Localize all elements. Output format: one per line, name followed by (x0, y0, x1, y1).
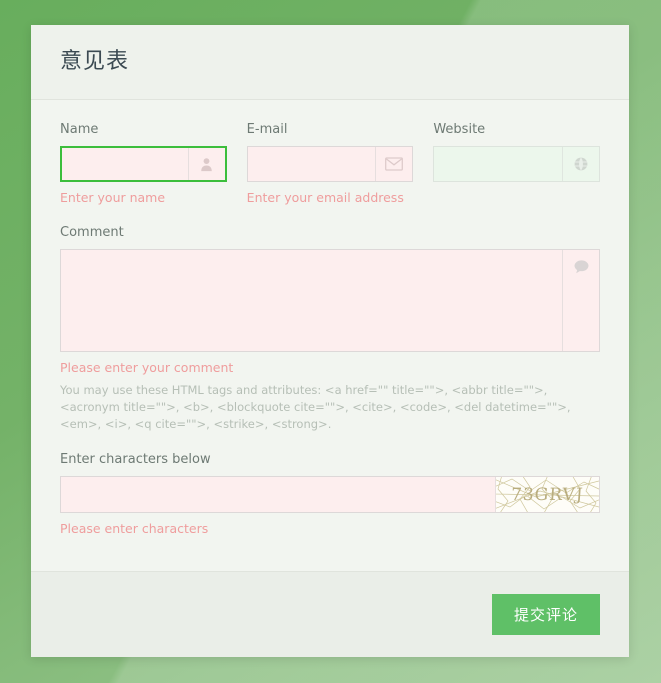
card-header: 意见表 (31, 25, 629, 100)
email-field-group: E-mail Enter your email address (246, 122, 414, 205)
email-label: E-mail (246, 122, 288, 137)
html-tags-help-text: You may use these HTML tags and attribut… (60, 383, 571, 432)
email-input[interactable] (247, 147, 376, 181)
captcha-input[interactable] (61, 477, 495, 513)
comment-label: Comment (60, 225, 124, 240)
name-label: Name (60, 122, 99, 137)
captcha-image[interactable]: 73GRVJ (495, 477, 599, 513)
name-error-text: Enter your name (60, 190, 166, 205)
submit-comment-button[interactable]: 提交评论 (491, 594, 600, 635)
website-field-group: Website (433, 122, 601, 205)
card-footer: 提交评论 (31, 571, 629, 657)
name-field-group: Name Enter your name (60, 122, 227, 205)
website-input-wrap[interactable] (433, 146, 601, 182)
comment-textarea[interactable] (61, 250, 562, 351)
comment-field-group: Comment Please enter your comment You ma… (60, 225, 600, 433)
feedback-form-card: 意见表 Name Enter your name E-mail Enter yo… (31, 25, 629, 657)
captcha-error-text: Please enter characters (60, 521, 209, 537)
website-input[interactable] (434, 147, 563, 181)
speech-bubble-icon (562, 250, 599, 351)
captcha-code-text: 73GRVJ (510, 484, 585, 505)
name-input[interactable] (62, 148, 188, 180)
captcha-field-group: Enter characters below 73GRVJ Please ent… (60, 452, 600, 536)
comment-error-text: Please enter your comment (60, 360, 234, 375)
top-fields-row: Name Enter your name E-mail Enter your e… (60, 122, 601, 205)
envelope-icon (375, 147, 412, 181)
card-body: Name Enter your name E-mail Enter your e… (31, 100, 629, 571)
globe-icon (562, 147, 599, 181)
website-label: Website (433, 122, 486, 137)
captcha-label: Enter characters below (60, 452, 211, 468)
captcha-input-wrap[interactable]: 73GRVJ (60, 476, 600, 514)
comment-textarea-wrap[interactable] (60, 249, 600, 352)
name-input-wrap[interactable] (60, 146, 227, 182)
user-icon (187, 148, 225, 180)
page-title: 意见表 (60, 49, 130, 74)
email-error-text: Enter your email address (246, 190, 404, 205)
email-input-wrap[interactable] (246, 146, 414, 182)
